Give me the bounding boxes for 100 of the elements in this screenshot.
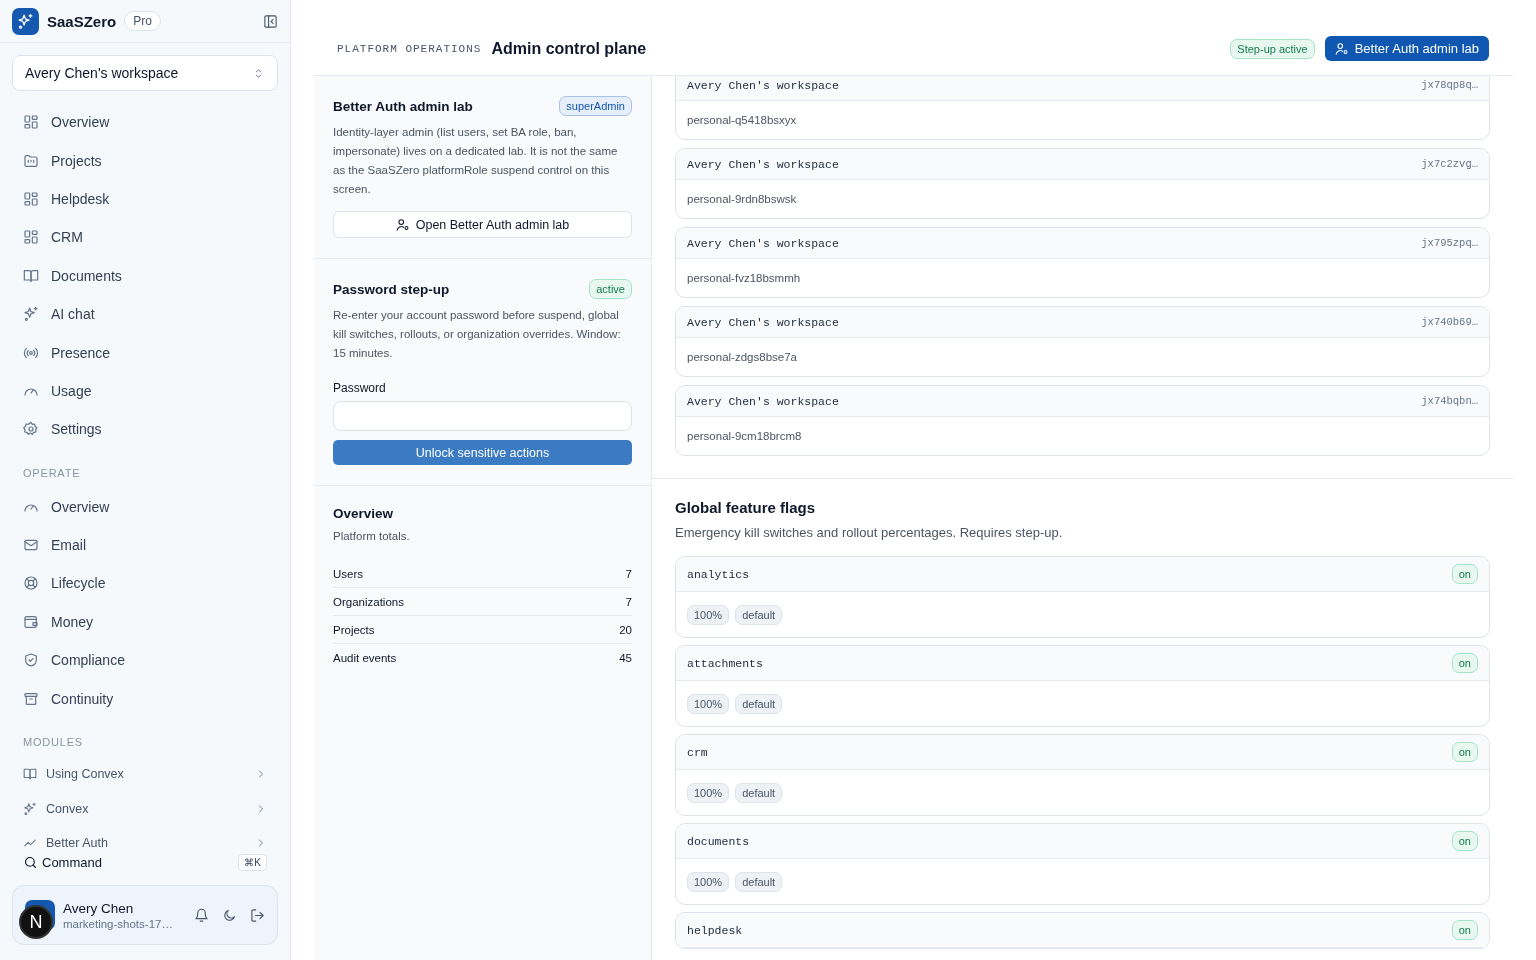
- workspace-slug: personal-fvz18bsmmh: [687, 272, 801, 284]
- open-lab-button[interactable]: Open Better Auth admin lab: [333, 211, 632, 238]
- nav-item[interactable]: Helpdesk: [12, 179, 278, 219]
- stat-value: 20: [619, 623, 632, 636]
- workspace-id: jx74bqbn…: [1421, 395, 1478, 407]
- flag-key: analytics: [687, 567, 750, 581]
- nav-item[interactable]: Better Auth: [12, 825, 278, 850]
- section-description: Emergency kill switches and rollout percentages. Requires step-up.: [675, 524, 1064, 542]
- nav-item[interactable]: Overview: [12, 487, 278, 526]
- stat-value: 45: [619, 651, 632, 664]
- logo-icon: [12, 7, 39, 35]
- workspace-name: Avery Chen's workspace: [687, 394, 839, 408]
- user-gear-icon: [395, 217, 410, 232]
- book-icon: [23, 767, 37, 782]
- logout-icon: [250, 907, 265, 923]
- workspace-slug: personal-zdgs8bse7a: [687, 351, 797, 363]
- grid-icon: [23, 190, 39, 207]
- rollout-chip: 100%: [687, 871, 730, 892]
- logout-button[interactable]: [250, 907, 265, 923]
- rollout-chip: 100%: [687, 782, 730, 803]
- dev-indicator[interactable]: N: [19, 905, 53, 939]
- page-eyebrow: PLATFORM OPERATIONS: [337, 42, 482, 55]
- settings-icon: [23, 421, 39, 438]
- status-badge: on: [1451, 564, 1478, 584]
- brand-name: SaaSZero: [47, 12, 117, 30]
- card-title: Better Auth admin lab: [333, 98, 473, 114]
- sidebar-toggle[interactable]: [263, 13, 278, 29]
- workspace-slug: personal-9cm18brcm8: [687, 430, 802, 442]
- folder-icon: [23, 152, 39, 169]
- workspace-select[interactable]: Avery Chen's workspace: [12, 55, 278, 91]
- section-heading: OPERATE: [22, 465, 82, 481]
- flag-key: crm: [687, 745, 708, 759]
- wallet-icon: [23, 613, 39, 630]
- user-name: Avery Chen: [63, 900, 135, 916]
- workspace-id: jx740b69…: [1421, 316, 1478, 328]
- nav-item[interactable]: Usage: [12, 371, 278, 411]
- workspace-id: jx7c2zvg…: [1421, 158, 1478, 170]
- stat-label: Projects: [333, 623, 375, 636]
- workspace-name: Avery Chen's workspace: [687, 236, 839, 250]
- sparkles-icon: [23, 306, 39, 323]
- bell-icon: [194, 907, 209, 923]
- status-badge: active: [589, 279, 632, 299]
- nav-item[interactable]: Documents: [12, 256, 278, 295]
- stat-label: Audit events: [333, 651, 397, 664]
- admin-lab-button[interactable]: Better Auth admin lab: [1324, 36, 1489, 61]
- nav-item[interactable]: Compliance: [12, 641, 278, 680]
- notifications-button[interactable]: [194, 907, 209, 923]
- rollout-chip: 100%: [687, 693, 730, 714]
- workspace-id: jx795zpq…: [1421, 237, 1478, 249]
- workspace-name: Avery Chen's workspace: [687, 315, 839, 329]
- lifebuoy-icon: [23, 575, 39, 592]
- stat-value: 7: [625, 567, 632, 580]
- nav-item[interactable]: Settings: [12, 410, 278, 449]
- unlock-button[interactable]: Unlock sensitive actions: [333, 440, 632, 465]
- card-description: Identity-layer admin (list users, set BA role, ban, impersonate) lives on a dedicated lab. It is not the same as the SaaSZero platformRole suspend control on this screen.: [333, 125, 619, 197]
- password-field[interactable]: [333, 401, 632, 431]
- archive-icon: [23, 690, 39, 707]
- command-button[interactable]: Command ⌘K: [0, 850, 290, 877]
- status-badge: on: [1451, 653, 1478, 673]
- nav-item[interactable]: Presence: [12, 333, 278, 372]
- shortcut-key: ⌘K: [238, 854, 267, 871]
- search-icon: [23, 855, 38, 870]
- card-description: Re-enter your account password before suspend, global kill switches, rollouts, or organization overrides. Window: 15 minutes.: [333, 308, 622, 361]
- stat-label: Users: [333, 567, 364, 580]
- status-badge: Step-up active: [1230, 38, 1315, 59]
- theme-button[interactable]: [222, 907, 237, 923]
- tag-chip: default: [735, 693, 783, 714]
- sparkles-icon: [23, 801, 37, 816]
- nav-item[interactable]: CRM: [12, 218, 278, 257]
- workspace-id: jx78qp8q…: [1421, 79, 1478, 91]
- status-badge: on: [1451, 920, 1478, 940]
- moon-icon: [222, 907, 237, 923]
- flag-key: attachments: [687, 656, 763, 670]
- user-gear-icon: [1334, 41, 1349, 56]
- flag-key: documents: [687, 834, 750, 848]
- nav-item[interactable]: Email: [12, 525, 278, 565]
- card-description: Platform totals.: [333, 529, 411, 544]
- stat-value: 7: [625, 595, 632, 608]
- field-label: Password: [333, 381, 387, 395]
- nav-item[interactable]: Overview: [12, 103, 278, 142]
- nav-item[interactable]: Using Convex: [12, 756, 278, 792]
- nav-item[interactable]: Continuity: [12, 679, 278, 718]
- nav-item[interactable]: Money: [12, 602, 278, 642]
- status-badge: on: [1451, 831, 1478, 851]
- plan-badge: Pro: [124, 11, 161, 31]
- tag-chip: default: [735, 604, 783, 625]
- grid-icon: [23, 114, 39, 131]
- flag-key: helpdesk: [687, 923, 743, 937]
- status-badge: on: [1451, 742, 1478, 762]
- page-title: Admin control plane: [491, 39, 647, 58]
- workspace-name: Avery Chen's workspace: [687, 157, 839, 171]
- shield-icon: [23, 652, 39, 669]
- card-title: Password step-up: [333, 281, 450, 297]
- nav-item[interactable]: AI chat: [12, 294, 278, 334]
- nav-item[interactable]: Lifecycle: [12, 564, 278, 603]
- tag-chip: default: [735, 782, 783, 803]
- stat-label: Organizations: [333, 595, 404, 608]
- nav-item[interactable]: Convex: [12, 791, 278, 826]
- workspace-slug: personal-q5418bsxyx: [687, 114, 797, 126]
- nav-item[interactable]: Projects: [12, 141, 278, 180]
